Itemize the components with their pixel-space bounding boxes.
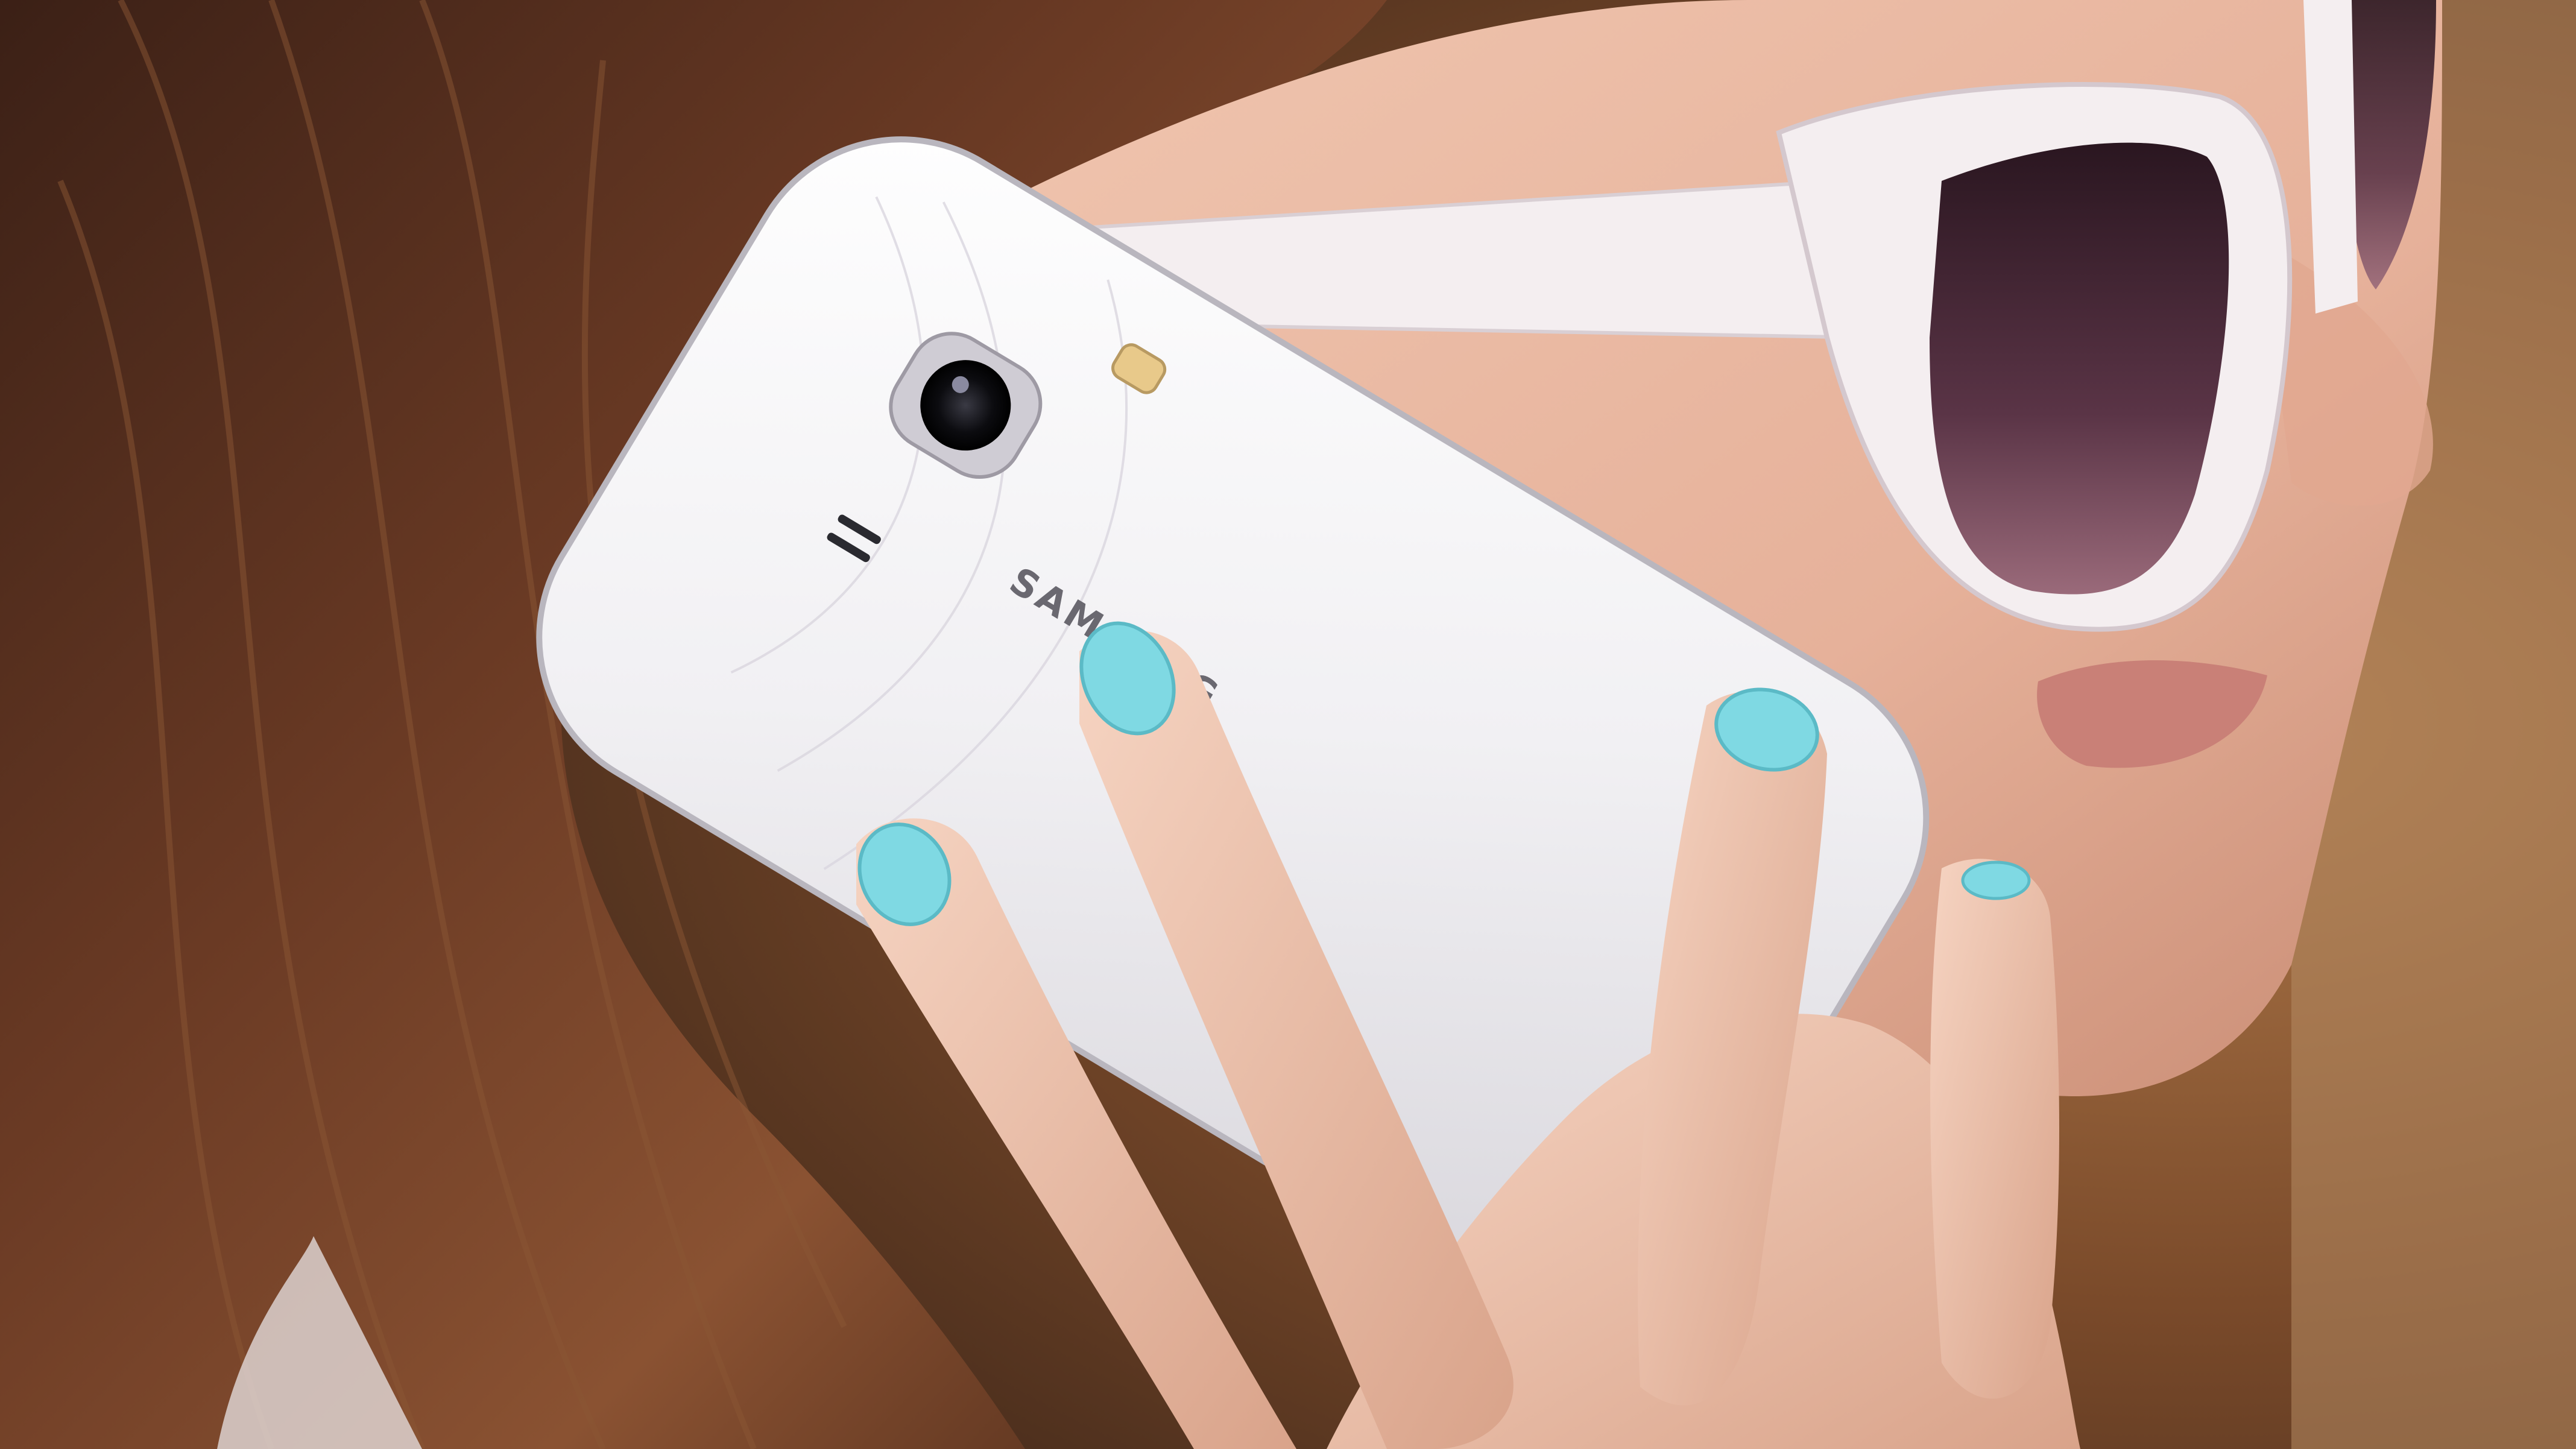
finger-pinky	[1930, 859, 2059, 1399]
photo-scene: SAMSUNG	[0, 0, 2576, 1449]
photo-illustration: SAMSUNG	[0, 0, 2576, 1449]
nail-pinky	[1961, 860, 2031, 900]
